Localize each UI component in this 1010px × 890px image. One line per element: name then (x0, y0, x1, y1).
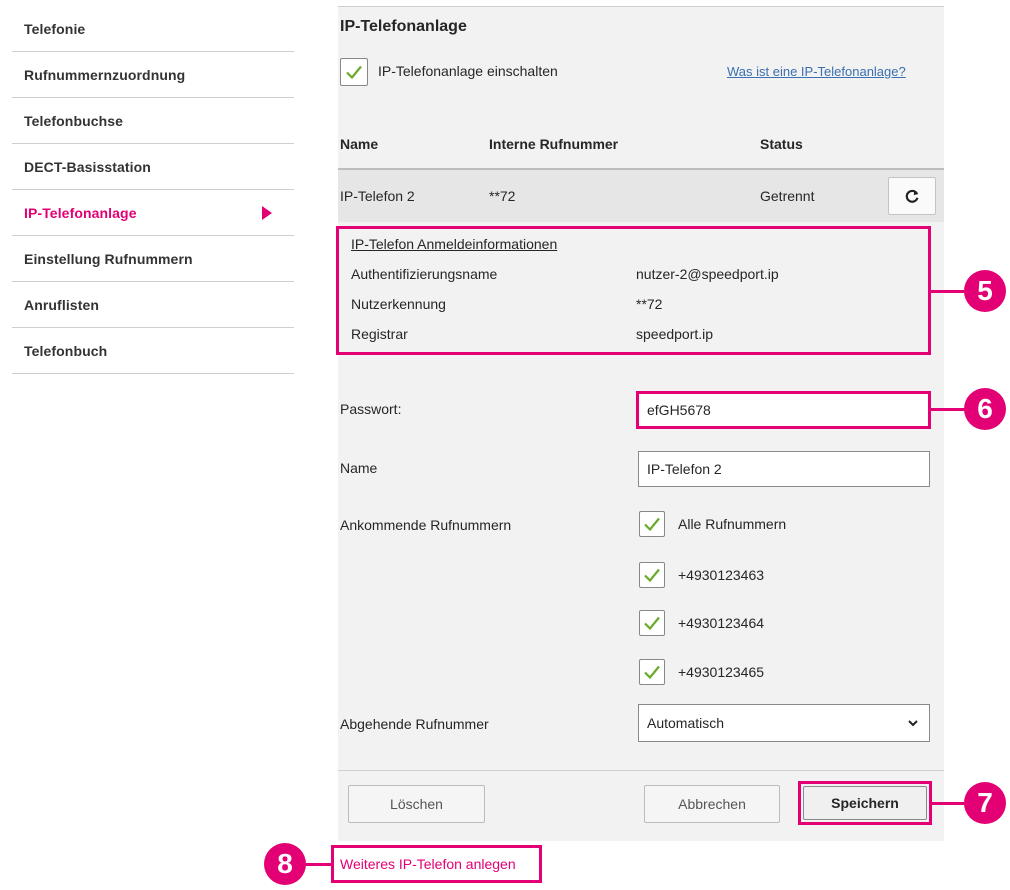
login-info-value: nutzer-2@speedport.ip (636, 266, 779, 282)
row-name: IP-Telefon 2 (340, 188, 415, 204)
sidebar-item-telefonie[interactable]: Telefonie (12, 6, 294, 52)
marker-connector (931, 408, 965, 411)
login-info-title: IP-Telefon Anmeldeinformationen (351, 236, 558, 252)
sidebar-item-telefonbuchse[interactable]: Telefonbuchse (12, 98, 294, 144)
sidebar-item-label: Anruflisten (24, 296, 99, 313)
enable-ip-pbx-checkbox[interactable] (340, 58, 368, 86)
outgoing-number-select[interactable]: Automatisch (638, 704, 930, 742)
incoming-option-label: +4930123464 (678, 615, 765, 631)
check-icon (644, 616, 660, 631)
sidebar-item-label: DECT-Basisstation (24, 158, 151, 175)
incoming-number-checkbox[interactable] (639, 659, 665, 685)
check-icon (644, 517, 660, 532)
incoming-option-label: +4930123465 (678, 664, 765, 680)
enable-ip-pbx-label: IP-Telefonanlage einschalten (378, 63, 558, 79)
sidebar-item-label: Telefonbuchse (24, 112, 124, 129)
incoming-number-checkbox[interactable] (639, 562, 665, 588)
save-button[interactable]: Speichern (803, 786, 927, 820)
marker-connector (932, 802, 965, 805)
incoming-numbers-label: Ankommende Rufnummern (340, 517, 512, 533)
sidebar-item-dect-basisstation[interactable]: DECT-Basisstation (12, 144, 294, 190)
delete-button[interactable]: Löschen (348, 785, 485, 823)
sidebar-item-telefonbuch[interactable]: Telefonbuch (12, 328, 294, 374)
incoming-option-label: Alle Rufnummern (678, 516, 787, 532)
check-icon (644, 665, 660, 680)
login-info-label: Authentifizierungsname (351, 266, 498, 282)
check-icon (644, 568, 660, 583)
help-link[interactable]: Was ist eine IP-Telefonanlage? (727, 64, 906, 79)
table-row[interactable] (338, 170, 944, 222)
login-info-label: Nutzerkennung (351, 296, 446, 312)
marker-6: 6 (964, 388, 1006, 430)
sidebar-item-label: Rufnummernzuordnung (24, 66, 186, 83)
incoming-option-label: +4930123463 (678, 567, 765, 583)
login-info-value: speedport.ip (636, 326, 714, 342)
footer-divider (338, 770, 944, 771)
chevron-down-icon (908, 720, 918, 727)
column-header-name: Name (340, 136, 379, 152)
outgoing-number-value: Automatisch (647, 715, 725, 731)
marker-connector (931, 290, 965, 293)
outgoing-number-label: Abgehende Rufnummer (340, 716, 489, 732)
row-internal-number: **72 (489, 188, 516, 204)
page-title: IP-Telefonanlage (340, 18, 467, 35)
name-value: IP-Telefon 2 (647, 461, 722, 477)
sidebar-item-label: IP-Telefonanlage (24, 204, 137, 221)
sidebar-item-label: Einstellung Rufnummern (24, 250, 193, 267)
marker-connector (300, 863, 332, 866)
password-value: efGH5678 (647, 402, 711, 418)
sidebar-item-label: Telefonbuch (24, 342, 108, 359)
row-status: Getrennt (760, 188, 815, 204)
refresh-icon (905, 189, 919, 203)
check-icon (346, 65, 362, 80)
name-label: Name (340, 460, 378, 476)
column-header-status: Status (760, 136, 803, 152)
incoming-number-checkbox[interactable] (639, 610, 665, 636)
add-ip-phone-link[interactable]: Weiteres IP-Telefon anlegen (340, 856, 516, 872)
refresh-button[interactable] (888, 177, 936, 215)
sidebar-item-einstellung-rufnummern[interactable]: Einstellung Rufnummern (12, 236, 294, 282)
sidebar-item-rufnummernzuordnung[interactable]: Rufnummernzuordnung (12, 52, 294, 98)
marker-7: 7 (964, 782, 1006, 824)
password-input[interactable]: efGH5678 (636, 391, 931, 429)
chevron-right-icon (262, 205, 272, 220)
password-label: Passwort: (340, 401, 402, 417)
sidebar-item-label: Telefonie (24, 20, 86, 37)
sidebar: Telefonie Rufnummernzuordnung Telefonbuc… (12, 6, 294, 374)
cancel-button[interactable]: Abbrechen (644, 785, 780, 823)
column-header-internal-number: Interne Rufnummer (489, 136, 619, 152)
name-input[interactable]: IP-Telefon 2 (638, 451, 930, 487)
incoming-all-checkbox[interactable] (639, 511, 665, 537)
sidebar-item-ip-telefonanlage[interactable]: IP-Telefonanlage (12, 190, 294, 236)
login-info-label: Registrar (351, 326, 408, 342)
sidebar-item-anruflisten[interactable]: Anruflisten (12, 282, 294, 328)
login-info-value: **72 (636, 296, 663, 312)
marker-5: 5 (964, 270, 1006, 312)
